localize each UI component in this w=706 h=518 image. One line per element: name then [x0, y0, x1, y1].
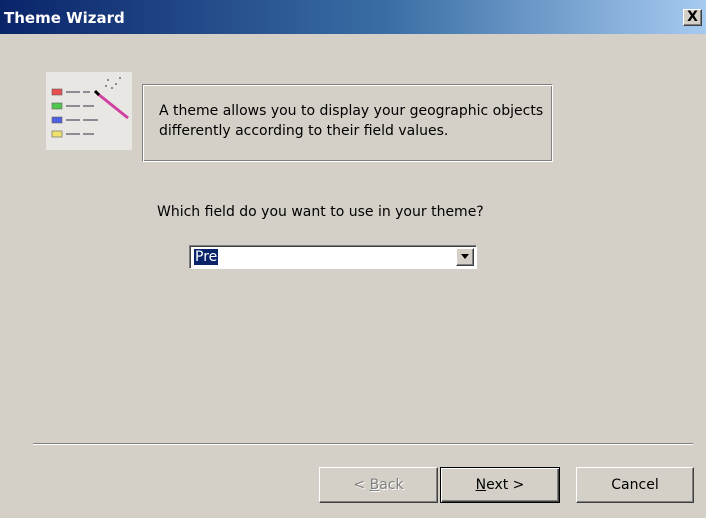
back-button-rest: ack: [379, 477, 404, 493]
next-button[interactable]: Next >: [440, 467, 560, 503]
close-icon: X: [687, 9, 698, 25]
back-button-accel: B: [369, 477, 380, 493]
cancel-button[interactable]: Cancel: [576, 467, 694, 503]
field-dropdown-value[interactable]: Pre: [194, 249, 219, 265]
description-panel: A theme allows you to display your geogr…: [142, 84, 553, 162]
dropdown-arrow-button[interactable]: [456, 248, 474, 266]
window-title: Theme Wizard: [4, 9, 125, 27]
button-separator: [33, 443, 693, 445]
close-button[interactable]: X: [683, 9, 702, 26]
next-button-accel: N: [475, 477, 487, 493]
back-button[interactable]: < Back: [319, 467, 438, 503]
next-button-rest: ext >: [486, 477, 525, 493]
cancel-button-label: Cancel: [611, 477, 659, 493]
field-dropdown[interactable]: Pre: [189, 245, 477, 269]
description-text: A theme allows you to display your geogr…: [159, 103, 544, 139]
title-bar[interactable]: Theme Wizard X: [0, 0, 706, 34]
back-button-prefix: <: [353, 477, 370, 493]
theme-wizard-icon: [46, 72, 132, 150]
field-question-label: Which field do you want to use in your t…: [157, 204, 484, 220]
chevron-down-icon: [461, 254, 469, 259]
